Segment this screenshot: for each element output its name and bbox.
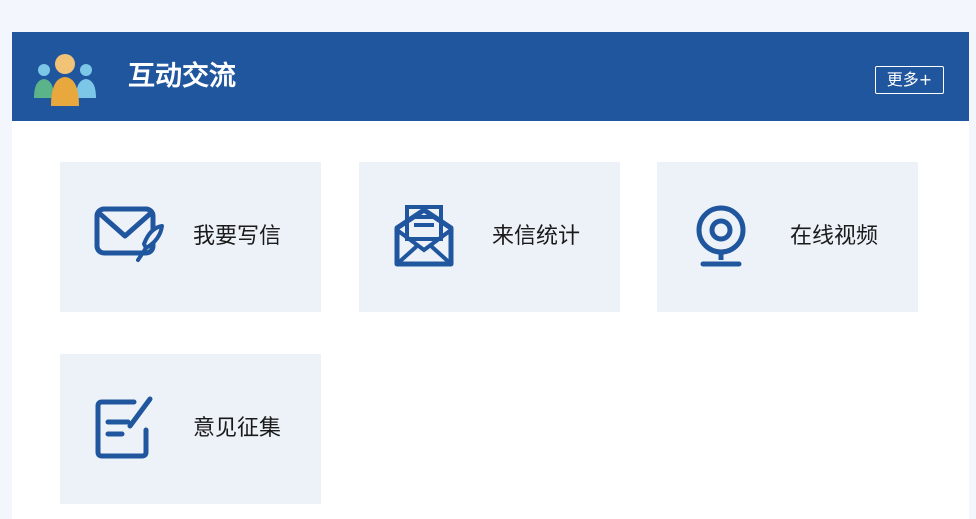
panel-title: 互动交流: [128, 61, 236, 92]
tile-label: 我要写信: [193, 224, 282, 249]
tile-online-video[interactable]: 在线视频: [657, 162, 918, 312]
tile-write-letter[interactable]: 我要写信: [60, 162, 321, 312]
tile-label: 来信统计: [492, 224, 581, 249]
more-button[interactable]: 更多+: [875, 66, 944, 94]
webcam-icon: [696, 205, 746, 267]
tile-label: 意见征集: [193, 416, 282, 441]
tile-label: 在线视频: [790, 224, 879, 249]
tile-letter-statistics[interactable]: 来信统计: [359, 162, 620, 312]
panel-header: 互动交流 更多+: [12, 32, 969, 121]
people-group-icon: [34, 54, 96, 106]
edit-note-icon: [95, 396, 153, 459]
tile-opinion-collection[interactable]: 意见征集: [60, 354, 321, 504]
open-letter-icon: [394, 205, 454, 267]
envelope-pen-icon: [94, 206, 164, 262]
interaction-panel: 互动交流 更多+ 我要写信 来信统计 在线视频 意见征集: [12, 32, 969, 519]
